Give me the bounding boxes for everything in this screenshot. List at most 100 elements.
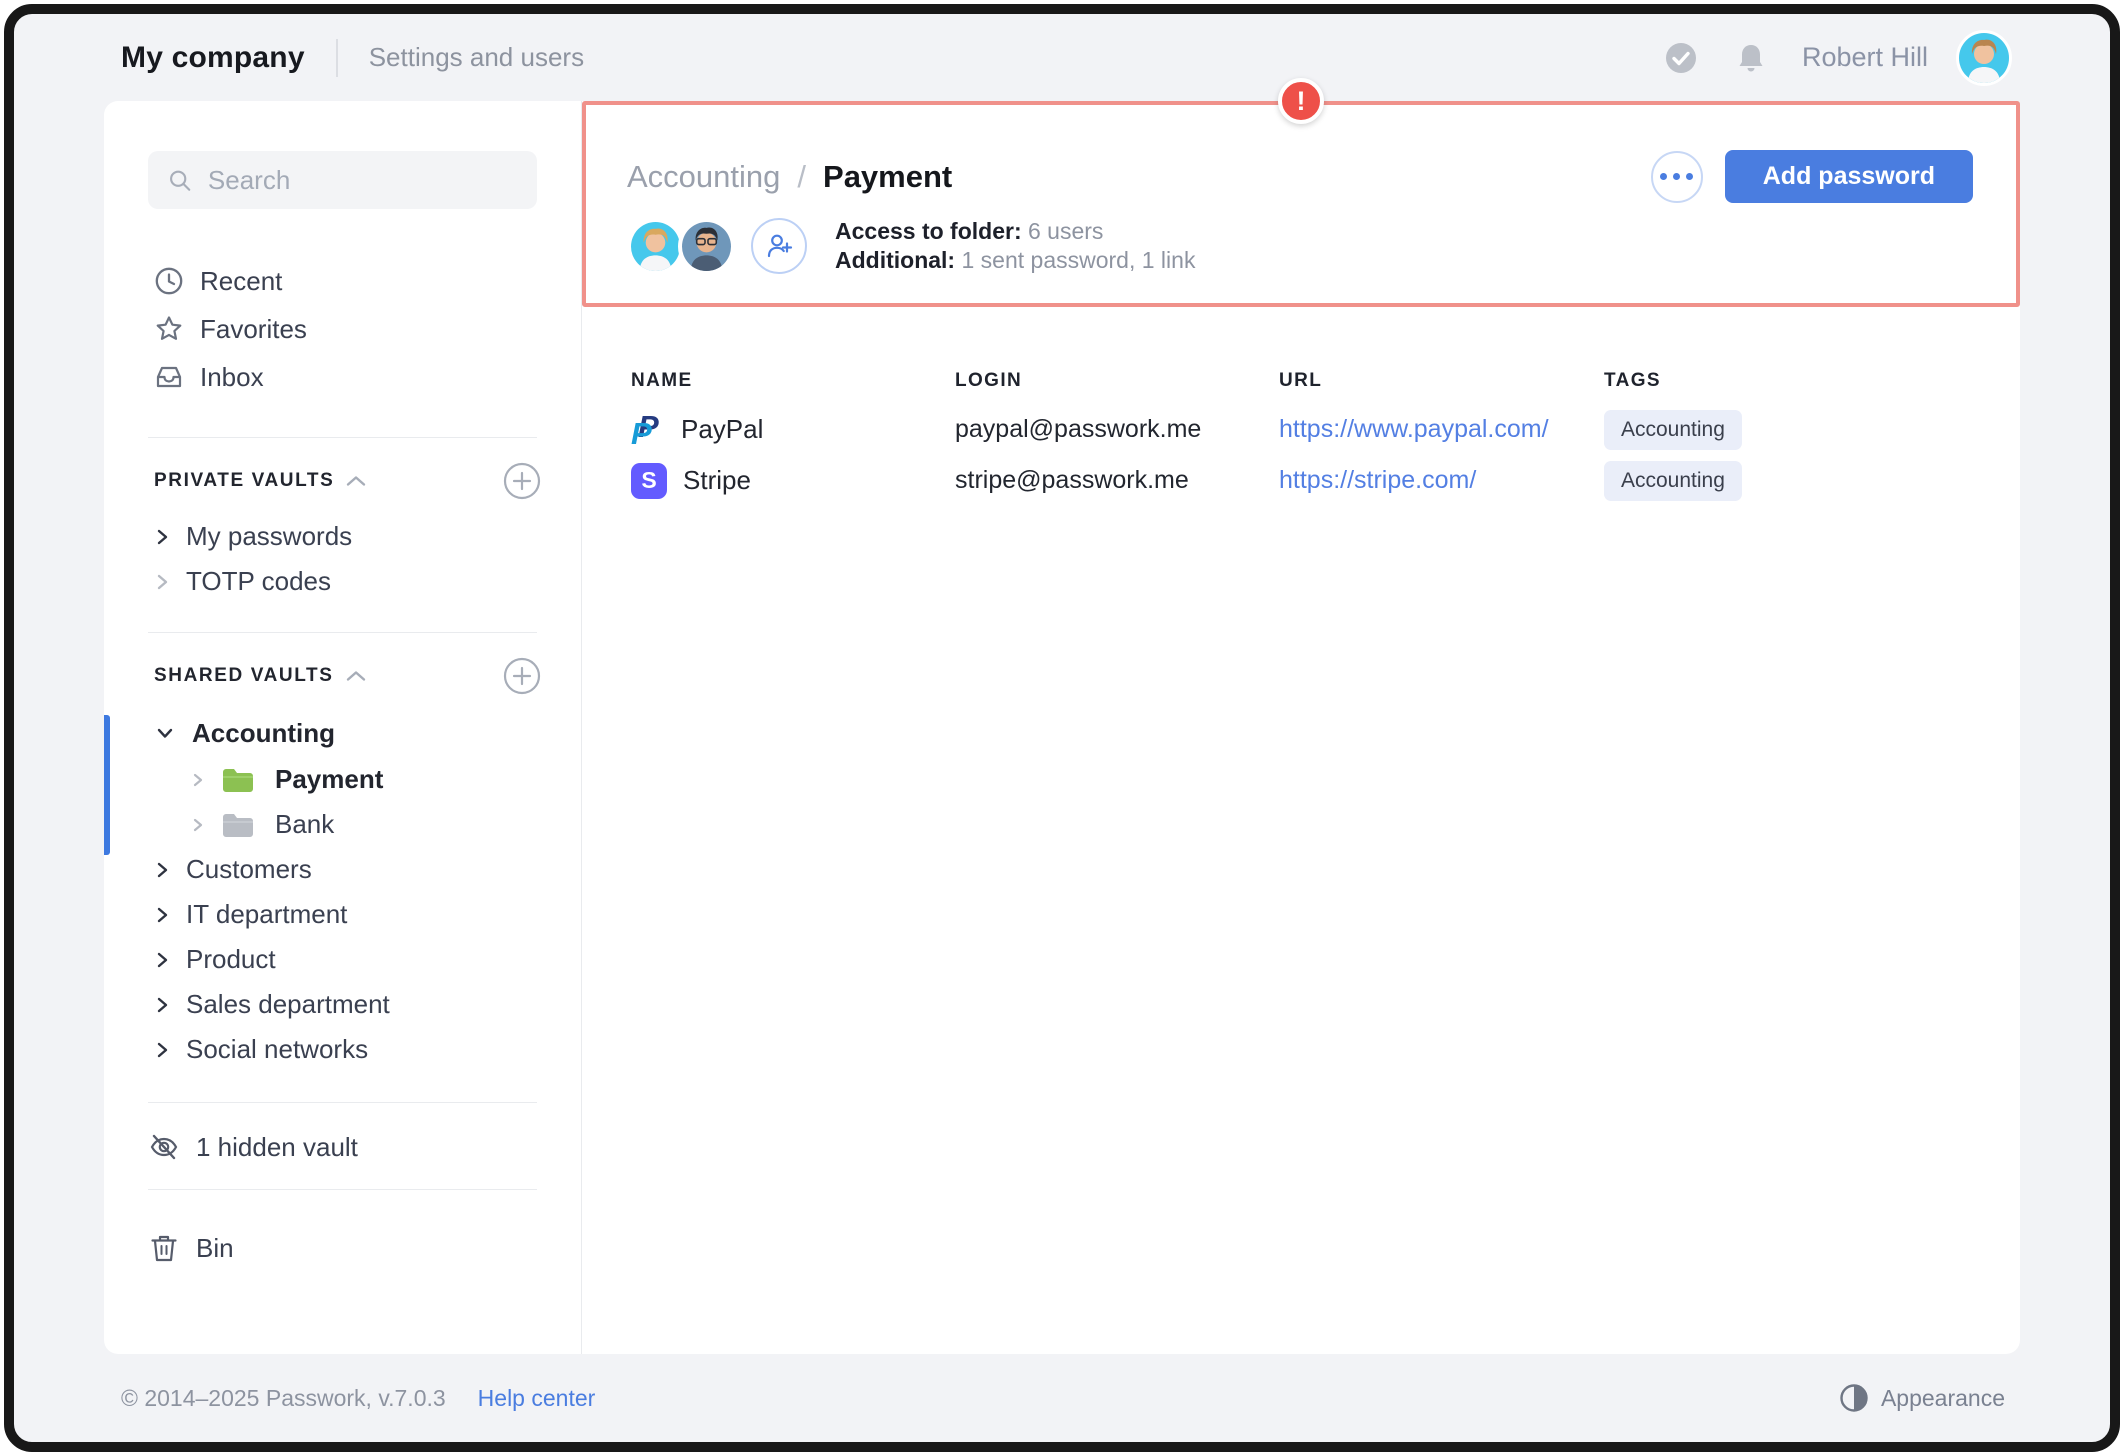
vault-item-my-passwords[interactable]: My passwords (104, 514, 581, 559)
member-avatar-1[interactable] (627, 218, 684, 275)
sidebar-item-label: Inbox (200, 362, 264, 393)
password-name: Stripe (683, 465, 751, 496)
sidebar-item-bin[interactable]: Bin (104, 1218, 581, 1278)
sidebar-item-label: Favorites (200, 314, 307, 345)
copyright-text: © 2014–2025 Passwork, v.7.0.3 (121, 1385, 446, 1412)
login-cell: stripe@passwork.me (955, 466, 1279, 495)
more-options-button[interactable] (1651, 151, 1703, 203)
inbox-icon (154, 362, 184, 392)
chevron-right-icon[interactable] (156, 528, 168, 546)
column-header-name[interactable]: NAME (631, 370, 955, 392)
vault-item-product[interactable]: Product (104, 937, 581, 982)
topbar: My company Settings and users Robert Hil… (14, 14, 2110, 101)
add-user-button[interactable] (751, 218, 807, 274)
search-icon (168, 167, 192, 194)
sidebar-item-favorites[interactable]: Favorites (104, 305, 581, 353)
chevron-right-icon[interactable] (156, 861, 168, 879)
hidden-vaults-toggle[interactable]: 1 hidden vault (104, 1117, 581, 1177)
vault-item-sales-department[interactable]: Sales department (104, 982, 581, 1027)
table-row-stripe[interactable]: S Stripe stripe@passwork.me https://stri… (631, 456, 1971, 505)
vault-label: TOTP codes (186, 566, 331, 597)
app-frame: My company Settings and users Robert Hil… (4, 4, 2120, 1452)
chevron-right-icon[interactable] (156, 573, 168, 591)
active-vault-indicator (104, 715, 110, 855)
person-add-icon (764, 231, 794, 261)
member-avatar-2[interactable] (678, 218, 735, 275)
access-label: Access to folder: (835, 218, 1022, 244)
folder-item-payment[interactable]: Payment (104, 757, 581, 802)
vault-label: Accounting (192, 718, 335, 749)
user-name[interactable]: Robert Hill (1802, 42, 1928, 73)
user-avatar[interactable] (1956, 30, 2012, 86)
chevron-up-icon[interactable] (346, 475, 366, 487)
vault-item-it-department[interactable]: IT department (104, 892, 581, 937)
vault-item-social-networks[interactable]: Social networks (104, 1027, 581, 1072)
sidebar-item-label: Recent (200, 266, 282, 297)
folder-header: Accounting / Payment (582, 101, 2020, 307)
vault-item-totp-codes[interactable]: TOTP codes (104, 559, 581, 604)
access-row: Access to folder: 6 users Additional: 1 … (627, 217, 1975, 275)
vault-label: Sales department (186, 989, 390, 1020)
stripe-logo-icon: S (631, 463, 667, 499)
folder-gray-icon (221, 811, 255, 839)
breadcrumb-parent[interactable]: Accounting (627, 159, 780, 195)
sidebar-item-recent[interactable]: Recent (104, 257, 581, 305)
chevron-right-icon[interactable] (156, 1041, 168, 1059)
chevron-right-icon[interactable] (192, 817, 203, 833)
chevron-right-icon[interactable] (156, 996, 168, 1014)
login-cell: paypal@passwork.me (955, 415, 1279, 444)
passwords-table: NAME LOGIN URL TAGS P P PayPal paypal@pa… (582, 307, 2020, 505)
shared-vaults-title: SHARED VAULTS (154, 665, 334, 687)
star-icon (154, 314, 184, 344)
company-name[interactable]: My company (121, 41, 305, 75)
settings-and-users-link[interactable]: Settings and users (369, 42, 584, 73)
folder-label: Bank (275, 809, 334, 840)
quick-links: Recent Favorites Inbox (104, 257, 581, 401)
chevron-right-icon[interactable] (156, 951, 168, 969)
help-center-link[interactable]: Help center (478, 1385, 596, 1412)
vault-label: IT department (186, 899, 347, 930)
vault-item-accounting[interactable]: Accounting (104, 709, 581, 757)
check-circle-icon[interactable] (1664, 41, 1698, 75)
password-name: PayPal (681, 414, 763, 445)
tag-badge[interactable]: Accounting (1604, 410, 1742, 450)
chevron-down-icon[interactable] (156, 727, 174, 739)
bin-label: Bin (196, 1233, 234, 1264)
eye-off-icon (148, 1131, 180, 1163)
bell-icon[interactable] (1734, 41, 1768, 75)
tags-cell: Accounting (1604, 461, 1971, 501)
folder-green-icon (221, 766, 255, 794)
sidebar-item-inbox[interactable]: Inbox (104, 353, 581, 401)
breadcrumb-separator: / (797, 159, 806, 195)
add-shared-vault-button[interactable] (503, 657, 541, 695)
divider (148, 1102, 537, 1103)
vault-label: Product (186, 944, 276, 975)
vault-label: My passwords (186, 521, 352, 552)
name-cell: S Stripe (631, 463, 955, 499)
column-header-login[interactable]: LOGIN (955, 370, 1279, 392)
url-link[interactable]: https://www.paypal.com/ (1279, 415, 1604, 444)
search-box[interactable] (148, 151, 537, 209)
hidden-vaults-label: 1 hidden vault (196, 1132, 358, 1163)
column-header-tags[interactable]: TAGS (1604, 370, 1971, 392)
clock-icon (154, 266, 184, 296)
url-link[interactable]: https://stripe.com/ (1279, 466, 1604, 495)
ellipsis-icon (1686, 173, 1693, 180)
main-panel: Recent Favorites Inbox (104, 101, 2020, 1354)
table-row-paypal[interactable]: P P PayPal paypal@passwork.me https://ww… (631, 405, 1971, 454)
folder-label: Payment (275, 764, 383, 795)
ellipsis-icon (1673, 173, 1680, 180)
folder-item-bank[interactable]: Bank (104, 802, 581, 847)
chevron-right-icon[interactable] (192, 772, 203, 788)
table-header-row: NAME LOGIN URL TAGS (631, 359, 1971, 403)
breadcrumb-current: Payment (823, 159, 952, 195)
add-private-vault-button[interactable] (503, 462, 541, 500)
column-header-url[interactable]: URL (1279, 370, 1604, 392)
search-input[interactable] (208, 165, 517, 196)
chevron-right-icon[interactable] (156, 906, 168, 924)
appearance-toggle[interactable]: Appearance (1839, 1383, 2005, 1413)
add-password-button[interactable]: Add password (1725, 150, 1973, 203)
vault-item-customers[interactable]: Customers (104, 847, 581, 892)
tag-badge[interactable]: Accounting (1604, 461, 1742, 501)
chevron-up-icon[interactable] (346, 670, 366, 682)
